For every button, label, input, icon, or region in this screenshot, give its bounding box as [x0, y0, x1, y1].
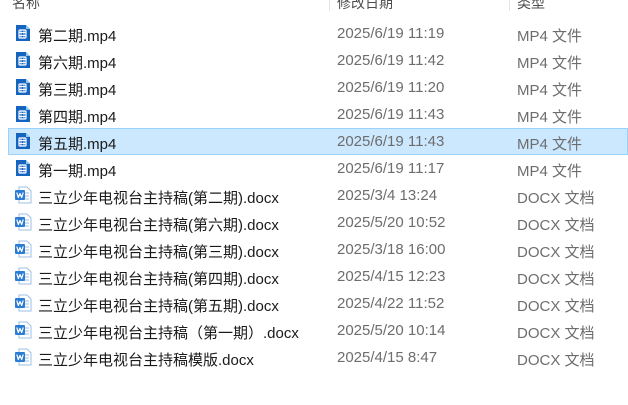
file-type: DOCX 文档 [517, 325, 595, 342]
file-name: 三立少年电视台主持稿模版.docx [38, 352, 254, 369]
file-modified-date: 2025/6/19 11:19 [337, 25, 445, 42]
video-file-icon [14, 51, 32, 69]
video-file-icon [14, 159, 32, 177]
file-modified-date: 2025/4/22 11:52 [337, 295, 445, 312]
file-row[interactable]: 三立少年电视台主持稿(第四期).docx 2025/4/15 12:23 DOCX … [8, 263, 628, 290]
file-type: MP4 文件 [517, 163, 583, 180]
file-type: MP4 文件 [517, 55, 583, 72]
file-type: DOCX 文档 [517, 298, 595, 315]
file-row[interactable]: 第三期.mp4 2025/6/19 11:20 MP4 文件 [8, 74, 628, 101]
video-file-icon [14, 78, 32, 96]
column-divider[interactable] [329, 0, 330, 11]
file-modified-date: 2025/6/19 11:43 [337, 133, 445, 150]
file-name: 第四期.mp4 [38, 109, 117, 126]
file-row[interactable]: 三立少年电视台主持稿（第一期）.docx 2025/5/20 10:14 DOCX … [8, 317, 628, 344]
file-name: 三立少年电视台主持稿(第五期).docx [38, 298, 279, 315]
word-doc-icon [14, 348, 32, 366]
column-header-type[interactable]: 类型 [517, 0, 545, 11]
word-doc-icon [14, 240, 32, 258]
file-type: DOCX 文档 [517, 352, 595, 369]
file-modified-date: 2025/6/19 11:43 [337, 106, 445, 123]
file-modified-date: 2025/5/20 10:52 [337, 214, 446, 231]
word-doc-icon [14, 267, 32, 285]
file-modified-date: 2025/4/15 8:47 [337, 349, 438, 366]
file-row[interactable]: 第四期.mp4 2025/6/19 11:43 MP4 文件 [8, 101, 628, 128]
video-file-icon [14, 24, 32, 42]
file-type: DOCX 文档 [517, 271, 595, 288]
file-name: 第二期.mp4 [38, 28, 117, 45]
word-doc-icon [14, 294, 32, 312]
file-name: 三立少年电视台主持稿(第二期).docx [38, 190, 279, 207]
file-name: 三立少年电视台主持稿(第六期).docx [38, 217, 279, 234]
file-row[interactable]: 三立少年电视台主持稿(第五期).docx 2025/4/22 11:52 DOCX … [8, 290, 628, 317]
file-type: DOCX 文档 [517, 190, 595, 207]
word-doc-icon [14, 321, 32, 339]
file-name: 第六期.mp4 [38, 55, 117, 72]
file-name: 三立少年电视台主持稿（第一期）.docx [38, 325, 299, 342]
file-row[interactable]: 三立少年电视台主持稿模版.docx 2025/4/15 8:47 DOCX 文档 [8, 344, 628, 371]
file-row[interactable]: 第二期.mp4 2025/6/19 11:19 MP4 文件 [8, 20, 628, 47]
word-doc-icon [14, 186, 32, 204]
file-row[interactable]: 第一期.mp4 2025/6/19 11:17 MP4 文件 [8, 155, 628, 182]
file-row[interactable]: 三立少年电视台主持稿(第六期).docx 2025/5/20 10:52 DOCX … [8, 209, 628, 236]
file-name: 第五期.mp4 [38, 136, 117, 153]
file-type: MP4 文件 [517, 136, 583, 153]
file-modified-date: 2025/3/4 13:24 [337, 187, 438, 204]
file-name: 第三期.mp4 [38, 82, 117, 99]
file-type: DOCX 文档 [517, 244, 595, 261]
file-modified-date: 2025/4/15 12:23 [337, 268, 446, 285]
file-type: MP4 文件 [517, 109, 583, 126]
file-type: MP4 文件 [517, 28, 583, 45]
file-row[interactable]: 三立少年电视台主持稿(第二期).docx 2025/3/4 13:24 DOCX 文… [8, 182, 628, 209]
file-modified-date: 2025/6/19 11:42 [337, 52, 445, 69]
column-header-date[interactable]: 修改日期 [337, 0, 393, 11]
column-divider[interactable] [509, 0, 510, 11]
file-row[interactable]: 第六期.mp4 2025/6/19 11:42 MP4 文件 [8, 47, 628, 74]
column-header-name[interactable]: 名称 [12, 0, 40, 11]
file-modified-date: 2025/5/20 10:14 [337, 322, 446, 339]
word-doc-icon [14, 213, 32, 231]
file-row[interactable]: 三立少年电视台主持稿(第三期).docx 2025/3/18 16:00 DOCX … [8, 236, 628, 263]
file-modified-date: 2025/6/19 11:20 [337, 79, 445, 96]
file-name: 三立少年电视台主持稿(第三期).docx [38, 244, 279, 261]
file-name: 第一期.mp4 [38, 163, 117, 180]
video-file-icon [14, 132, 32, 150]
column-header: 名称 修改日期 类型 [0, 0, 628, 11]
file-row[interactable]: 第五期.mp4 2025/6/19 11:43 MP4 文件 [8, 128, 628, 155]
file-modified-date: 2025/3/18 16:00 [337, 241, 446, 258]
file-type: MP4 文件 [517, 82, 583, 99]
file-type: DOCX 文档 [517, 217, 595, 234]
video-file-icon [14, 105, 32, 123]
file-modified-date: 2025/6/19 11:17 [337, 160, 445, 177]
file-name: 三立少年电视台主持稿(第四期).docx [38, 271, 279, 288]
